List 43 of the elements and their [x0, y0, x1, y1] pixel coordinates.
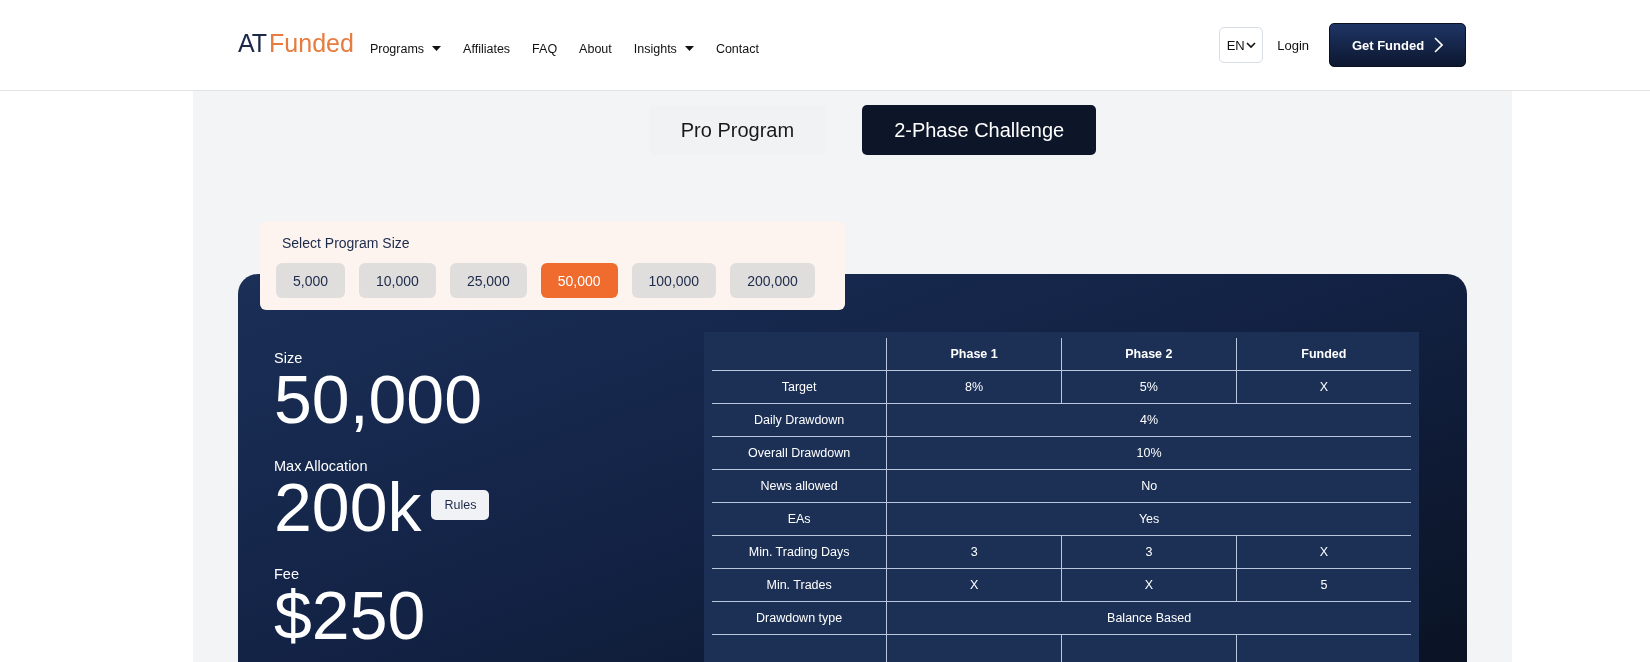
table-cell: 3: [886, 535, 1062, 569]
row-label: Target: [712, 370, 887, 404]
column-header: Funded: [1236, 338, 1411, 371]
column-header: Phase 2: [1061, 338, 1237, 371]
nav-link[interactable]: Programs: [369, 42, 442, 56]
nav-link[interactable]: FAQ: [532, 42, 558, 56]
row-label: Drawdown type: [712, 601, 887, 635]
stat-value: 50,000: [274, 366, 483, 432]
table-cell: 8%: [886, 370, 1062, 404]
table-cell: X: [1061, 568, 1237, 602]
row-label: EAs: [712, 502, 887, 536]
row-label: Overall Drawdown: [712, 436, 887, 470]
stat-value: 200k: [274, 474, 422, 540]
program-tab[interactable]: 2-Phase Challenge: [862, 105, 1097, 155]
stat-label: Fee: [274, 566, 300, 582]
get-funded-button[interactable]: Get Funded: [1329, 23, 1466, 67]
logo[interactable]: ATFunded: [238, 28, 354, 58]
row-label: Min. Trades: [712, 568, 887, 602]
stat-label: Size: [274, 350, 304, 366]
nav-link[interactable]: Insights: [633, 42, 694, 56]
row-label: News allowed: [712, 469, 887, 503]
chevron-down-icon: [1245, 41, 1256, 49]
size-option[interactable]: 5,000: [276, 263, 346, 298]
nav-link[interactable]: About: [579, 42, 612, 56]
row-label: Daily Drawdown: [712, 403, 887, 437]
stat-label: Max Allocation: [274, 458, 369, 474]
table-cell: 5%: [1061, 370, 1237, 404]
nav-link[interactable]: Contact: [715, 42, 759, 56]
chevron-right-icon: [1434, 37, 1444, 53]
stat-value: $250: [274, 582, 427, 648]
size-option[interactable]: 25,000: [449, 263, 527, 298]
language-selector[interactable]: EN: [1219, 27, 1264, 63]
size-option[interactable]: 200,000: [730, 263, 815, 298]
table-cell: X: [886, 568, 1062, 602]
selector-title: Select Program Size: [282, 235, 411, 251]
login-link[interactable]: Login: [1277, 37, 1309, 53]
size-option[interactable]: 100,000: [631, 263, 717, 298]
table-cell: 3: [1061, 535, 1237, 569]
column-header: Phase 1: [886, 338, 1062, 371]
size-option[interactable]: 10,000: [359, 263, 436, 298]
rules-button[interactable]: Rules: [431, 490, 490, 520]
row-label: Min. Trading Days: [712, 535, 887, 569]
nav-link[interactable]: Affiliates: [463, 42, 511, 56]
